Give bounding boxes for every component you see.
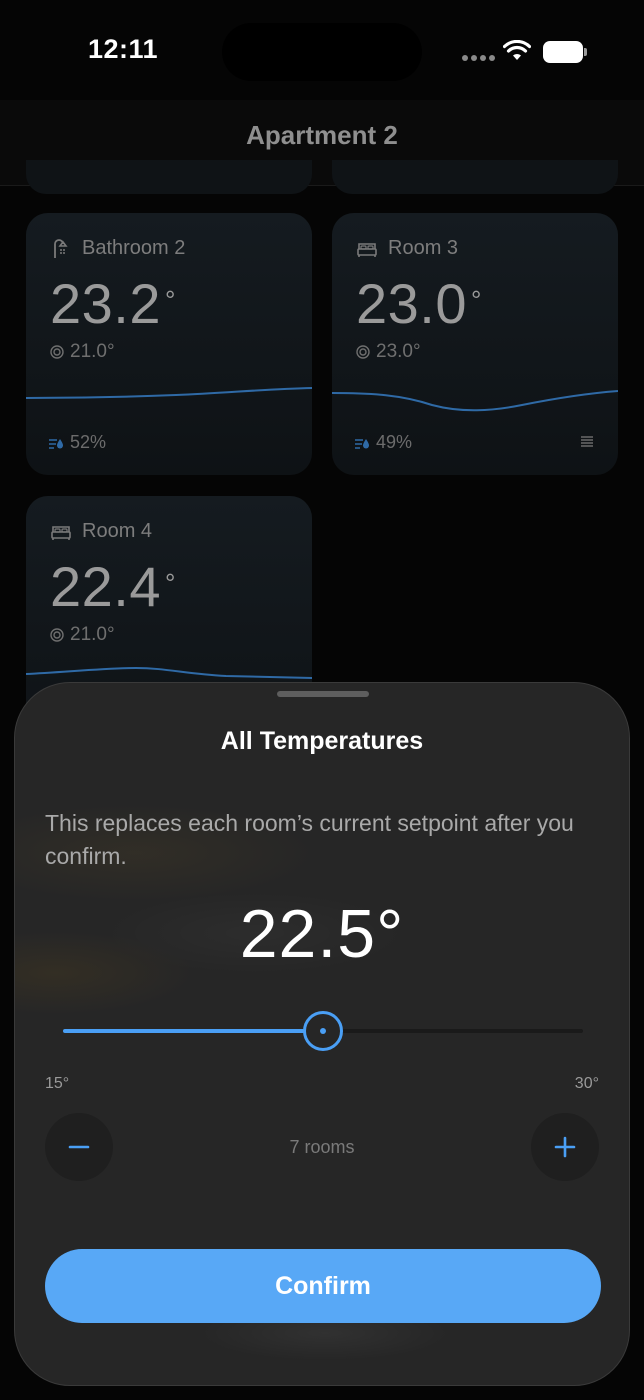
cellular-signal-icon — [462, 55, 495, 61]
previous-room-card-left[interactable] — [26, 160, 312, 194]
status-bar: 12:11 — [0, 0, 644, 100]
room-temperature: 23.0 ° — [356, 272, 482, 335]
all-temperatures-sheet: All Temperatures This replaces each room… — [14, 682, 630, 1386]
room-humidity: 49% — [354, 432, 412, 453]
room-header: Bathroom 2 — [50, 237, 185, 260]
humidity-icon — [49, 438, 63, 449]
previous-room-card-right[interactable] — [332, 160, 618, 194]
slider-min-label: 15° — [45, 1075, 70, 1092]
increase-button[interactable] — [531, 1113, 599, 1181]
setpoint-value: 22.5° — [239, 896, 405, 972]
room-temperature: 23.2 ° — [50, 272, 176, 335]
room-setpoint: 21.0° — [50, 624, 115, 646]
page-title: Apartment 2 — [246, 120, 398, 150]
room-card-room-3[interactable]: Room 3 23.0 ° 23.0° 49% — [332, 213, 618, 475]
temperature-sparkline — [332, 390, 618, 412]
sheet-title: All Temperatures — [220, 727, 424, 755]
shower-icon — [54, 238, 68, 258]
room-name: Bathroom 2 — [82, 237, 186, 259]
screen: 12:11 Apartment 2 Bathroom 2 23.2 ° 21.0… — [0, 0, 644, 1400]
temperature-slider[interactable] — [63, 1011, 583, 1051]
temperature-sparkline — [26, 387, 312, 399]
status-time: 12:11 — [88, 34, 159, 64]
target-icon — [356, 345, 370, 359]
plus-icon — [554, 1136, 576, 1158]
list-icon — [581, 436, 593, 447]
room-header: Room 3 — [356, 237, 458, 260]
room-humidity: 52% — [48, 432, 106, 453]
room-temperature: 22.4 ° — [50, 555, 176, 618]
dynamic-island — [222, 23, 422, 81]
humidity-icon — [355, 438, 369, 449]
sheet-grabber[interactable] — [277, 691, 369, 697]
battery-icon — [543, 41, 587, 63]
room-header: Room 4 — [50, 520, 152, 543]
slider-max-label: 30° — [574, 1075, 599, 1092]
target-icon — [50, 345, 64, 359]
slider-fill — [63, 1029, 323, 1033]
room-name: Room 4 — [82, 520, 153, 542]
bed-icon — [51, 525, 71, 540]
room-setpoint: 23.0° — [356, 341, 421, 363]
slider-thumb[interactable] — [303, 1011, 343, 1051]
room-card-bathroom-2[interactable]: Bathroom 2 23.2 ° 21.0° 52% — [26, 213, 312, 475]
confirm-button[interactable]: Confirm — [45, 1249, 601, 1323]
sheet-description: This replaces each room’s current setpoi… — [45, 810, 574, 869]
room-setpoint: 21.0° — [50, 341, 115, 363]
wifi-icon — [503, 40, 531, 60]
room-name: Room 3 — [388, 237, 459, 259]
target-icon — [50, 628, 64, 642]
bed-icon — [357, 242, 377, 257]
